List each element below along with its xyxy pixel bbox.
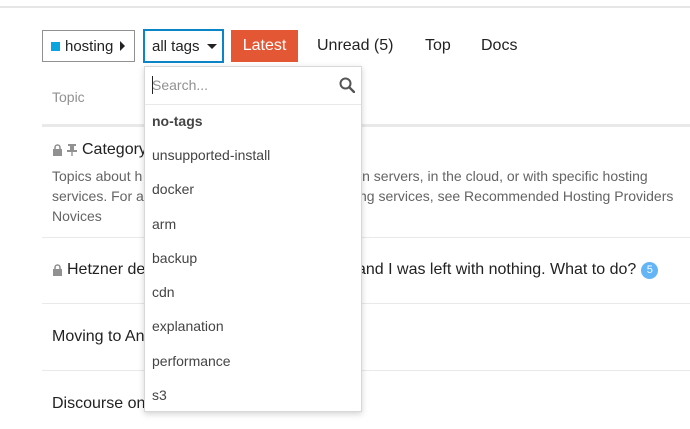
topic-title-text: and I was left with nothing. What to do? bbox=[357, 261, 637, 278]
topic-column-header[interactable]: Topic bbox=[52, 89, 85, 105]
tag-option[interactable]: cdn bbox=[152, 284, 175, 300]
excerpt-line: Topics about h bbox=[52, 168, 143, 184]
tag-option[interactable]: arm bbox=[152, 216, 176, 232]
latest-tab[interactable]: Latest bbox=[231, 30, 298, 62]
tag-search-row bbox=[145, 67, 361, 105]
unread-count-badge[interactable]: 5 bbox=[641, 261, 659, 279]
category-label: hosting bbox=[65, 37, 114, 55]
topic-row-title[interactable]: Category bbox=[52, 141, 147, 159]
category-dropdown[interactable]: hosting bbox=[42, 30, 135, 62]
tag-option[interactable]: unsupported-install bbox=[152, 147, 270, 163]
tag-option[interactable]: performance bbox=[152, 353, 231, 369]
tag-search-input[interactable] bbox=[152, 75, 328, 95]
row-divider bbox=[42, 237, 690, 238]
search-icon bbox=[339, 77, 355, 93]
topic-row-title[interactable]: Hetzner de bbox=[52, 261, 145, 279]
topic-title-text: Moving to An bbox=[52, 328, 145, 345]
tags-dropdown-menu: no-tags unsupported-install docker arm b… bbox=[144, 66, 362, 412]
topic-row-title[interactable]: Moving to An bbox=[52, 328, 145, 346]
excerpt-line: ting services, see Recommended Hosting P… bbox=[352, 188, 674, 204]
excerpt-line: wn servers, in the cloud, or with specif… bbox=[352, 168, 648, 184]
unread-tab[interactable]: Unread (5) bbox=[317, 30, 393, 62]
tag-option[interactable]: explanation bbox=[152, 318, 224, 334]
caret-down-icon bbox=[206, 43, 217, 49]
pin-icon bbox=[67, 144, 77, 156]
topic-title-text: Hetzner de bbox=[67, 261, 146, 278]
category-color-swatch bbox=[51, 41, 60, 51]
tag-option[interactable]: docker bbox=[152, 181, 194, 197]
text-cursor bbox=[152, 76, 153, 94]
header-divider bbox=[0, 0, 690, 8]
docs-tab[interactable]: Docs bbox=[481, 30, 517, 62]
caret-right-icon bbox=[120, 41, 125, 51]
tag-option[interactable]: no-tags bbox=[152, 113, 203, 129]
topic-title-text: Category bbox=[82, 141, 147, 158]
lock-icon bbox=[53, 264, 62, 276]
excerpt-line: Novices bbox=[52, 208, 102, 224]
list-header-divider bbox=[42, 124, 690, 127]
row-divider bbox=[42, 303, 690, 304]
tag-option[interactable]: s3 bbox=[152, 387, 167, 403]
row-divider bbox=[42, 370, 690, 371]
top-tab[interactable]: Top bbox=[425, 30, 451, 62]
excerpt-line: services. For a bbox=[52, 188, 144, 204]
topic-row-title[interactable]: Discourse on bbox=[52, 395, 145, 413]
tag-option[interactable]: backup bbox=[152, 250, 197, 266]
lock-icon bbox=[53, 144, 62, 156]
tags-label: all tags bbox=[152, 37, 200, 55]
topic-row-title-right[interactable]: and I was left with nothing. What to do?… bbox=[357, 261, 659, 279]
tags-dropdown[interactable]: all tags bbox=[143, 29, 224, 63]
topic-title-text: Discourse on bbox=[52, 395, 146, 412]
